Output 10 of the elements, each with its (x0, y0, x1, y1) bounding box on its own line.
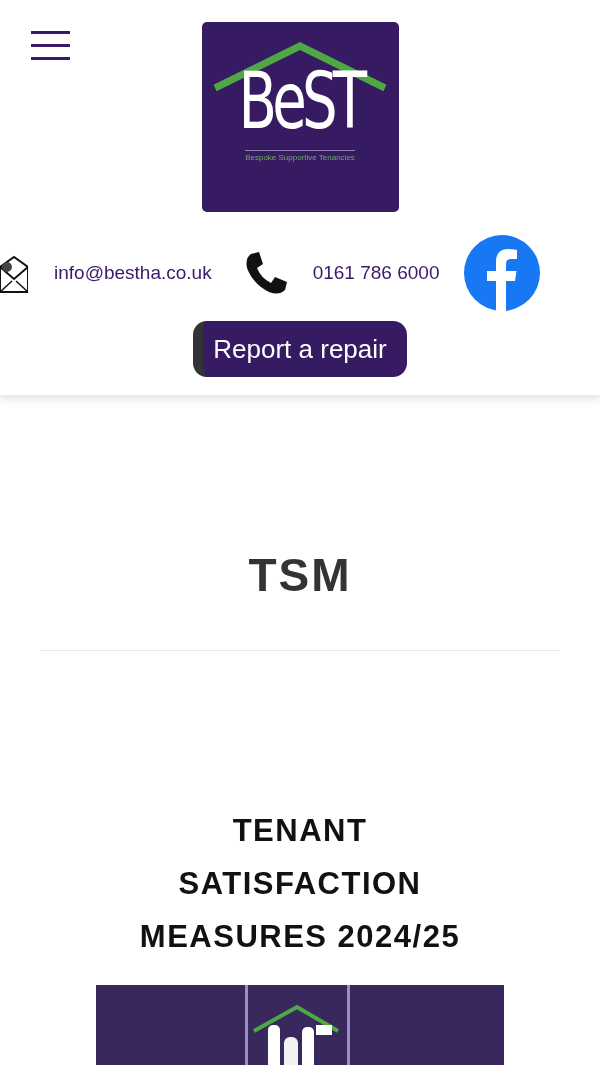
logo-wordmark: BeST (238, 58, 362, 144)
page-title: TSM (247, 550, 353, 600)
report-repair-button[interactable]: Report a repair (193, 321, 407, 377)
section-heading: TENANT SATISFACTION MEASURES 2024/25 (138, 812, 462, 956)
email-link[interactable]: info@bestha.co.uk (54, 262, 212, 284)
menu-icon[interactable] (31, 30, 70, 62)
phone-link[interactable]: 0161 786 6000 (312, 262, 440, 284)
logo-tagline: Bespoke Supportive Tenancies (245, 150, 355, 162)
facebook-icon[interactable] (464, 235, 541, 311)
logo[interactable]: BeST Bespoke Supportive Tenancies (201, 22, 399, 212)
